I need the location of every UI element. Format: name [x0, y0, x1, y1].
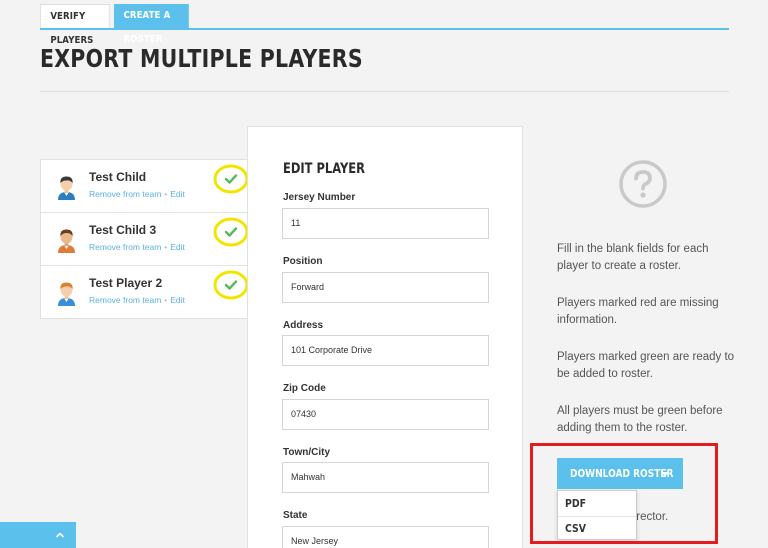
- tab-underline: [40, 28, 729, 30]
- tab-create-roster[interactable]: CREATE A ROSTER: [114, 4, 189, 45]
- annotation-highlight-box: [530, 443, 718, 544]
- remove-from-team-link[interactable]: Remove from team: [89, 242, 161, 252]
- player-list: Test Child Remove from team • Edit Test Ch…: [40, 159, 249, 319]
- edit-player-link[interactable]: Edit: [170, 189, 185, 199]
- check-icon: [213, 164, 249, 194]
- check-icon: [213, 217, 249, 247]
- avatar-icon: [58, 176, 75, 200]
- player-actions: Remove from team • Edit: [89, 295, 185, 305]
- zip-code-label: Zip Code: [283, 383, 326, 394]
- position-label: Position: [283, 256, 323, 267]
- remove-from-team-link[interactable]: Remove from team: [89, 295, 161, 305]
- town-city-input[interactable]: Mahwah: [282, 462, 489, 493]
- avatar-icon: [58, 229, 75, 253]
- help-text-red: Players marked red are missing informati…: [557, 297, 719, 326]
- link-separator: •: [164, 242, 168, 252]
- state-label: State: [283, 510, 308, 521]
- zip-code-input[interactable]: 07430: [282, 399, 489, 430]
- edit-player-link[interactable]: Edit: [170, 295, 185, 305]
- tab-bar: VERIFY PLAYERS CREATE A ROSTER: [40, 4, 201, 46]
- jersey-number-input[interactable]: 11: [282, 208, 489, 239]
- player-row[interactable]: Test Player 2 Remove from team • Edit: [41, 266, 249, 319]
- edit-player-panel: EDIT PLAYER Jersey Number 11 Position Fo…: [247, 126, 523, 548]
- avatar-icon: [58, 282, 75, 306]
- player-row[interactable]: Test Child Remove from team • Edit: [41, 160, 249, 213]
- position-input[interactable]: Forward: [282, 272, 489, 303]
- help-text-fill: Fill in the blank fields for each player…: [557, 243, 709, 272]
- player-name: Test Player 2: [89, 276, 163, 290]
- player-name: Test Child: [89, 170, 147, 184]
- title-divider: [40, 91, 729, 92]
- help-text-all-green: All players must be green before adding …: [557, 405, 723, 434]
- edit-player-title: EDIT PLAYER: [283, 161, 365, 177]
- player-actions: Remove from team • Edit: [89, 242, 185, 252]
- bottom-toggle-bar[interactable]: [0, 522, 76, 548]
- player-name: Test Child 3: [89, 223, 157, 237]
- address-input[interactable]: 101 Corporate Drive: [282, 335, 489, 366]
- chevron-up-icon: [56, 532, 64, 538]
- address-label: Address: [283, 320, 324, 331]
- link-separator: •: [164, 189, 168, 199]
- tab-verify-players[interactable]: VERIFY PLAYERS: [40, 4, 110, 46]
- state-input[interactable]: New Jersey: [282, 526, 489, 548]
- help-text-green: Players marked green are ready to be add…: [557, 351, 735, 380]
- player-row[interactable]: Test Child 3 Remove from team • Edit: [41, 213, 249, 266]
- player-actions: Remove from team • Edit: [89, 189, 185, 199]
- town-city-label: Town/City: [283, 447, 331, 458]
- link-separator: •: [164, 295, 168, 305]
- jersey-number-label: Jersey Number: [283, 192, 356, 203]
- check-icon: [213, 270, 249, 300]
- page-title: EXPORT MULTIPLE PLAYERS: [40, 44, 363, 73]
- question-circle-icon: [619, 160, 667, 208]
- edit-player-link[interactable]: Edit: [170, 242, 185, 252]
- remove-from-team-link[interactable]: Remove from team: [89, 189, 161, 199]
